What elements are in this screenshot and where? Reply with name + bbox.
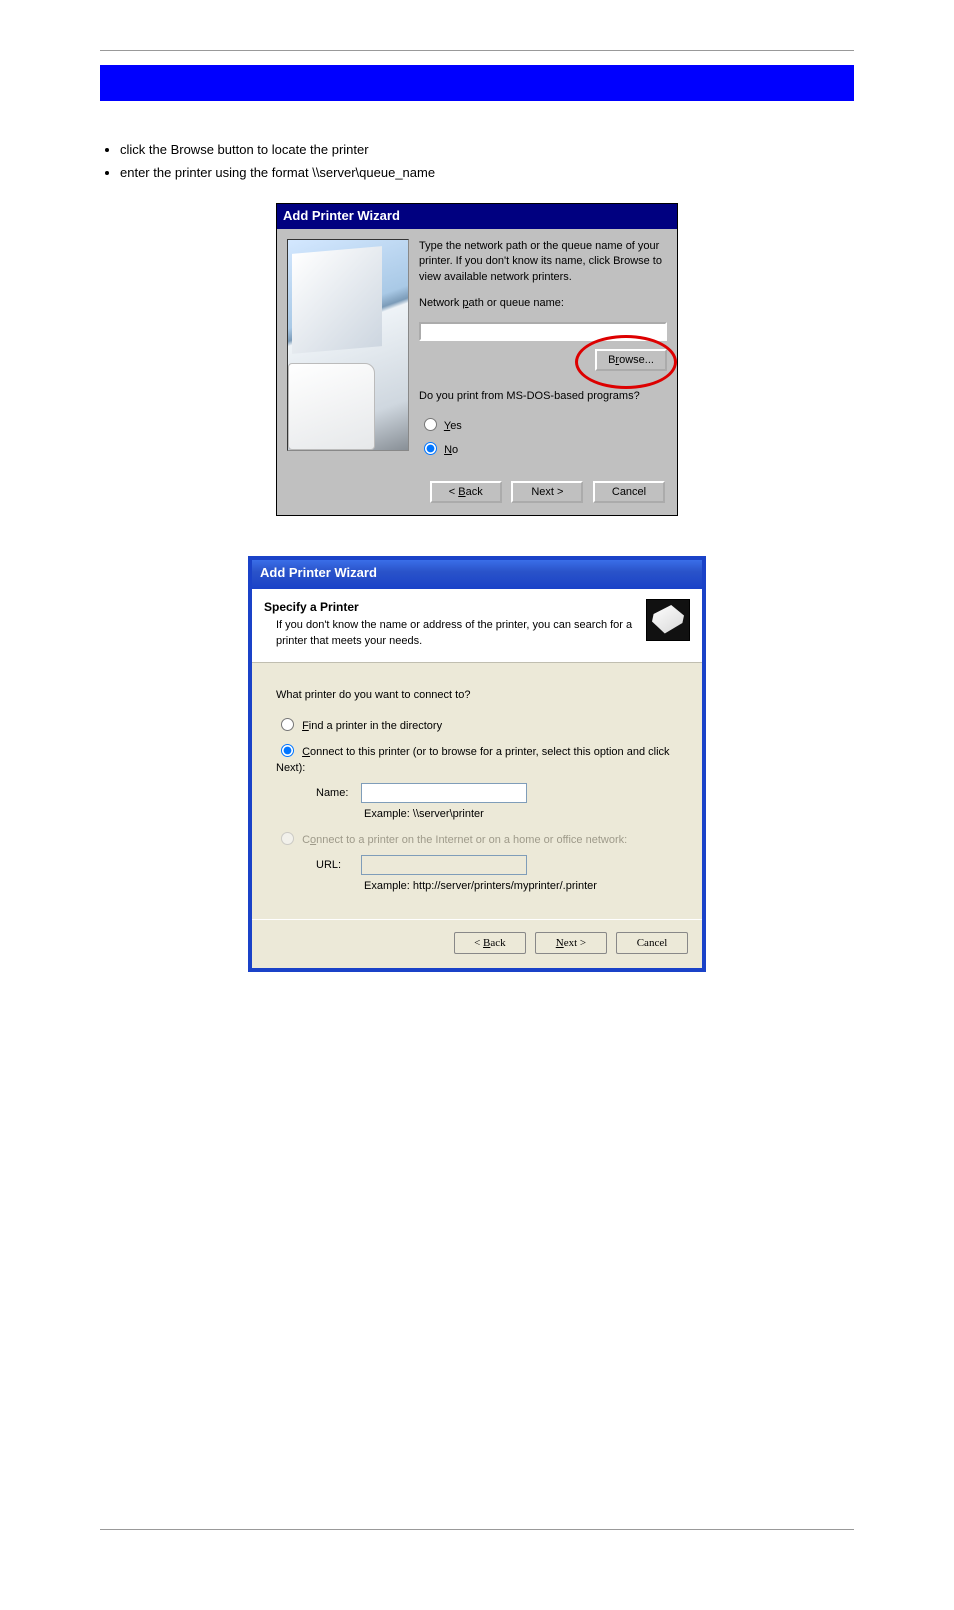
printer-url-input	[361, 855, 527, 875]
url-example: Example: http://server/printers/myprinte…	[364, 879, 678, 895]
printer-name-input[interactable]	[361, 783, 527, 803]
printer-icon	[646, 599, 690, 641]
network-path-label: Network path or queue name:	[419, 296, 667, 312]
dialog-title: Add Printer Wizard	[252, 560, 702, 589]
radio-no[interactable]: No	[419, 439, 667, 459]
list-item: enter the printer using the format \\ser…	[120, 164, 854, 183]
network-path-input[interactable]	[419, 322, 667, 341]
dialog-add-printer-98: Add Printer Wizard Type the network path…	[276, 203, 678, 516]
back-button[interactable]: < Back	[430, 481, 502, 503]
next-button[interactable]: Next >	[535, 932, 607, 954]
list-item: click the Browse button to locate the pr…	[120, 141, 854, 160]
next-button[interactable]: Next >	[511, 481, 583, 503]
instruction-list: click the Browse button to locate the pr…	[120, 141, 854, 183]
dialog-subheading: If you don't know the name or address of…	[276, 618, 636, 650]
dialog-title: Add Printer Wizard	[277, 204, 677, 229]
blue-header-bar	[100, 65, 854, 101]
wizard-side-image	[287, 239, 409, 451]
name-example: Example: \\server\printer	[364, 807, 678, 823]
dialog-add-printer-xp: Add Printer Wizard Specify a Printer If …	[248, 556, 706, 972]
cancel-button[interactable]: Cancel	[616, 932, 688, 954]
instruction-text: Type the network path or the queue name …	[419, 239, 667, 287]
radio-find-directory[interactable]: Find a printer in the directory	[276, 715, 678, 735]
msdos-question: Do you print from MS-DOS-based programs?	[419, 389, 667, 405]
cancel-button[interactable]: Cancel	[593, 481, 665, 503]
browse-button[interactable]: Browse...	[595, 349, 667, 371]
dialog-heading: Specify a Printer	[264, 599, 636, 616]
radio-yes[interactable]: Yes	[419, 415, 667, 435]
radio-connect-printer[interactable]: Connect to this printer (or to browse fo…	[276, 741, 678, 777]
radio-internet-printer: Connect to a printer on the Internet or …	[276, 829, 678, 849]
url-label: URL:	[316, 858, 358, 874]
name-label: Name:	[316, 786, 358, 802]
connect-question: What printer do you want to connect to?	[276, 688, 678, 704]
back-button[interactable]: < Back	[454, 932, 526, 954]
